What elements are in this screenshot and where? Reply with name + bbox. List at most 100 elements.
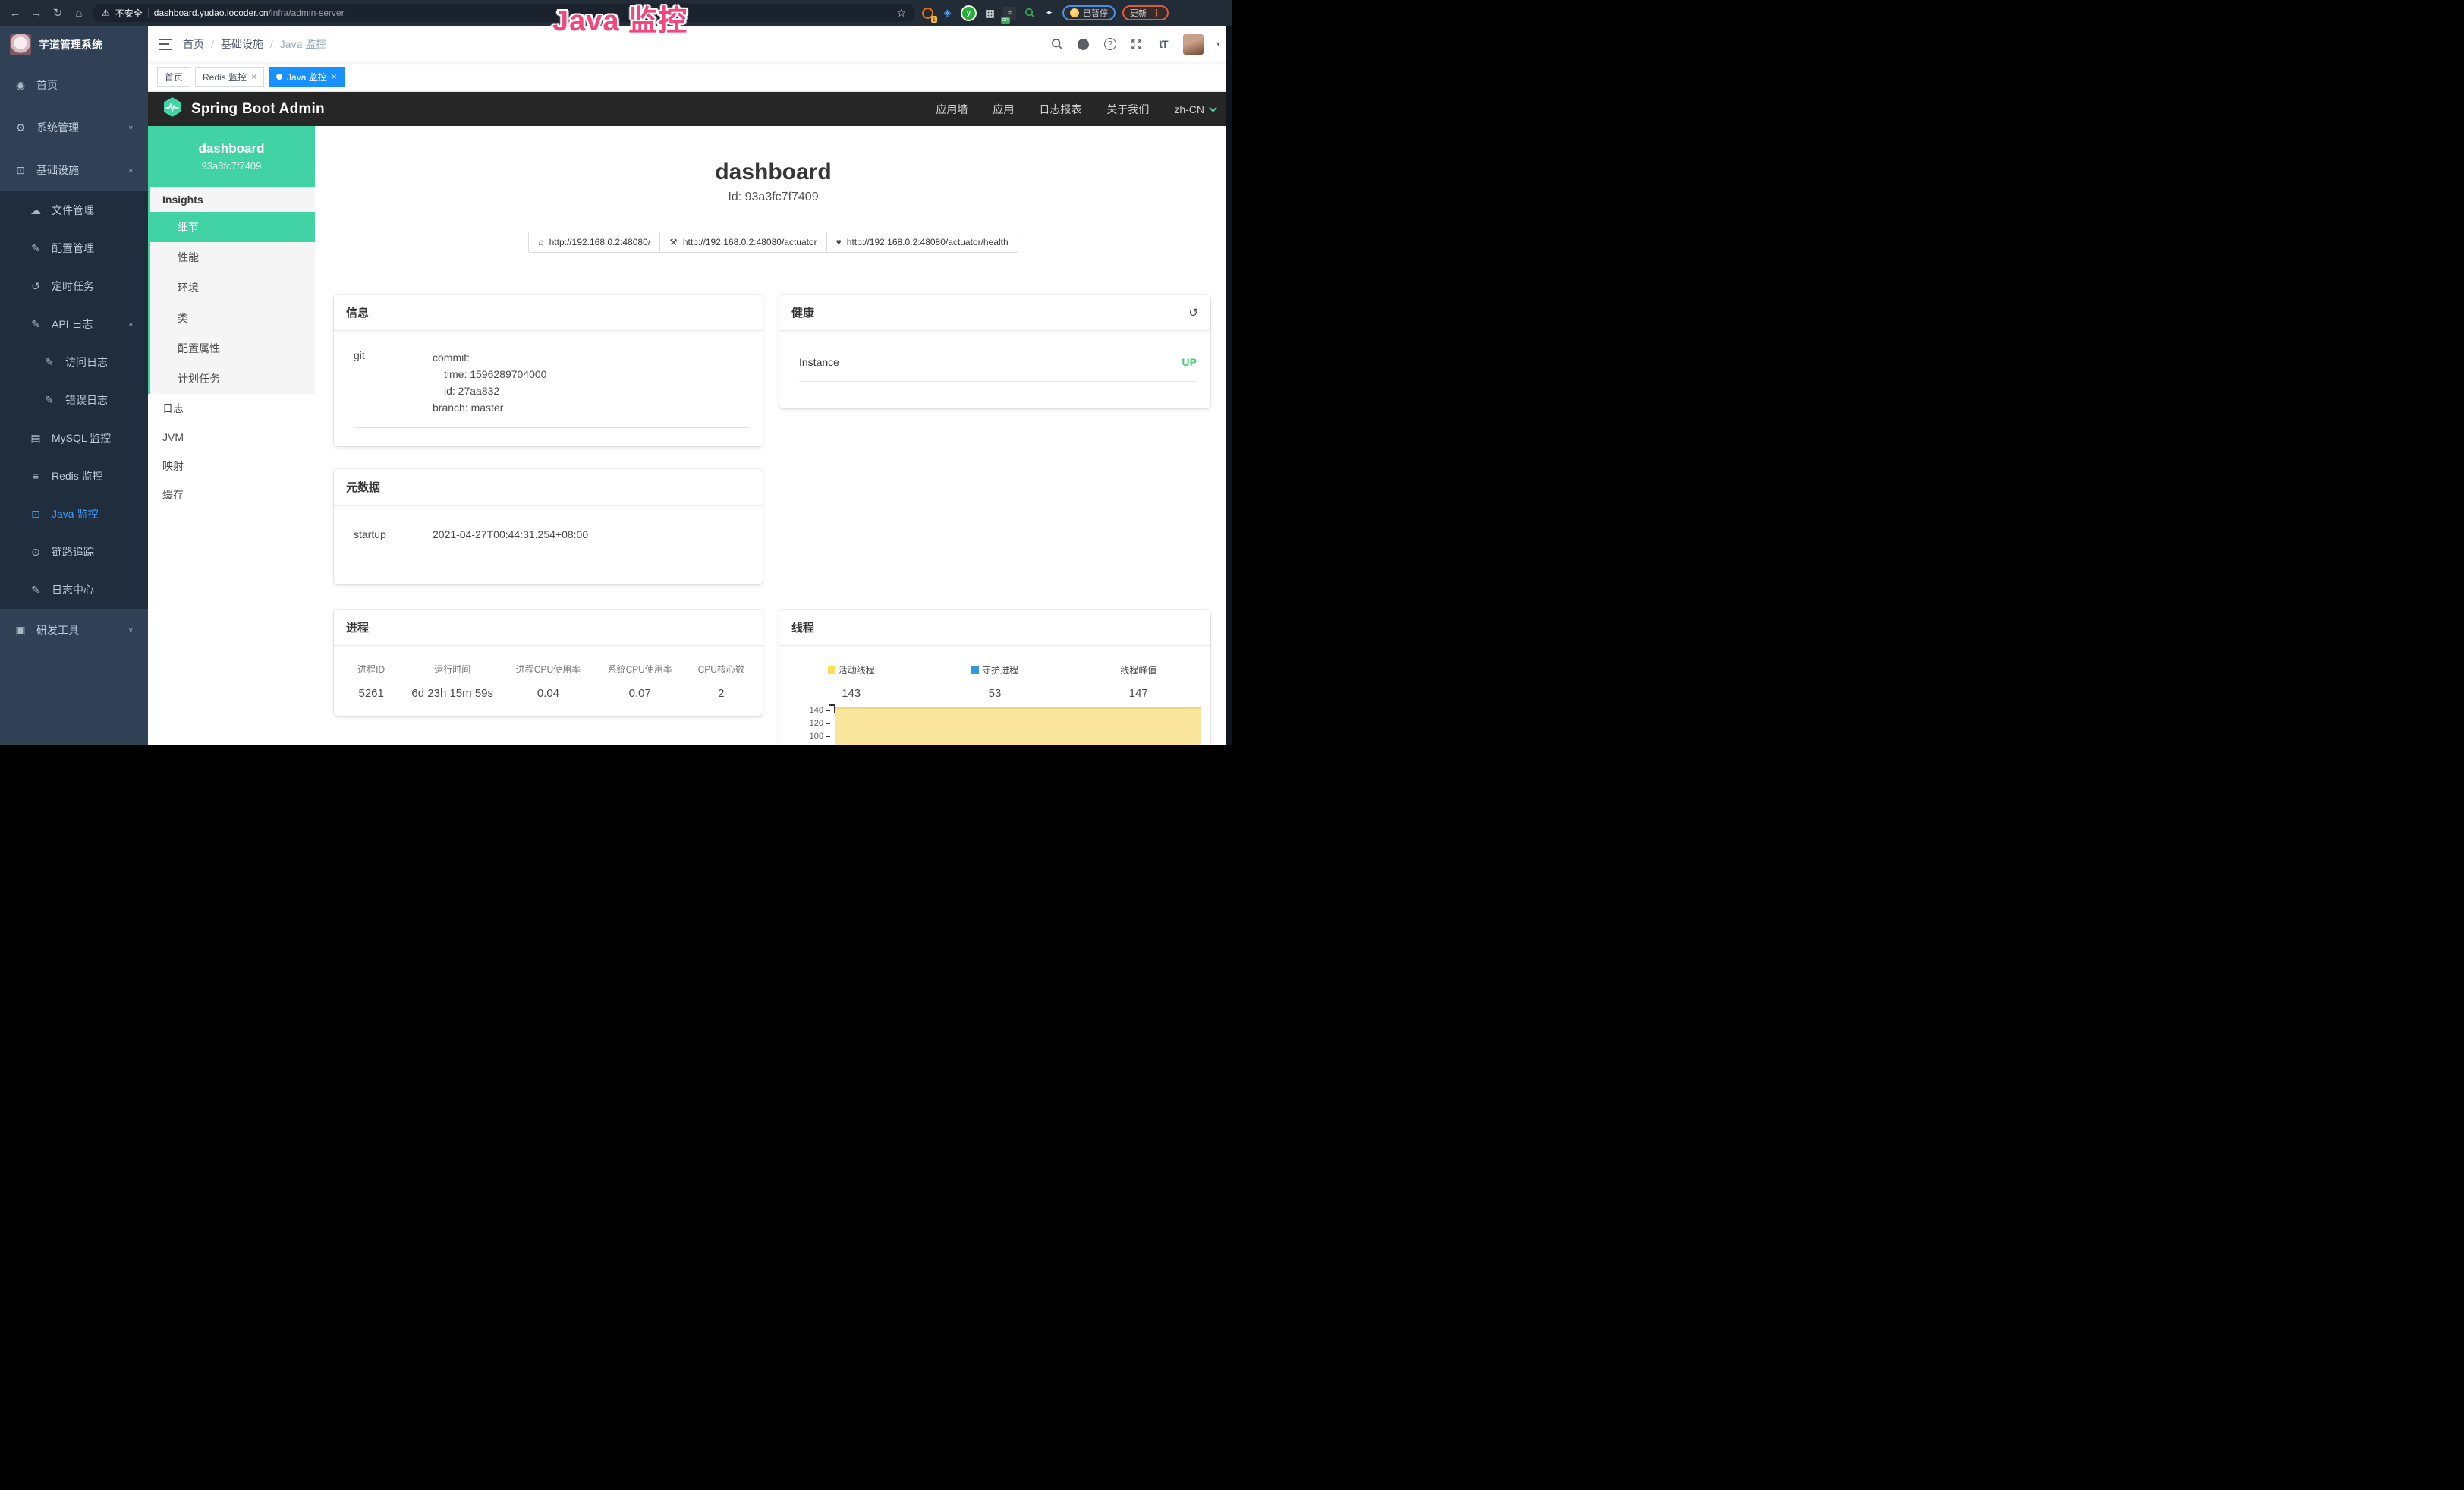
sba-nav-about[interactable]: 关于我们: [1106, 102, 1149, 117]
window-scrollbar[interactable]: [1226, 26, 1232, 745]
browser-reload-icon[interactable]: ↻: [50, 6, 65, 20]
service-url-button[interactable]: ⌂http://192.168.0.2:48080/: [528, 232, 660, 253]
sidebar-item-home[interactable]: ◉ 首页: [0, 64, 148, 106]
sba-item-details[interactable]: 细节: [150, 212, 315, 242]
breadcrumb-infrastructure[interactable]: 基础设施: [221, 36, 263, 52]
warning-icon: ⚠: [102, 8, 110, 18]
address-bar[interactable]: ⚠ 不安全 dashboard.yudao.iocoder.cn/infra/a…: [93, 4, 915, 22]
sba-item-environment[interactable]: 环境: [150, 272, 315, 303]
sba-item-metrics[interactable]: 性能: [150, 242, 315, 272]
grid-extension-icon[interactable]: ▦: [983, 7, 996, 20]
switch-extension-icon[interactable]: ≡on: [1003, 7, 1016, 20]
help-icon[interactable]: ?: [1103, 37, 1117, 51]
process-col-header: 进程CPU使用率: [502, 663, 594, 676]
sba-insights-group: Insights 细节 性能 环境 类 配置属性 计划任务: [148, 187, 315, 394]
sba-item-mappings[interactable]: 映射: [148, 452, 315, 480]
health-url-button[interactable]: ♥http://192.168.0.2:48080/actuator/healt…: [826, 232, 1018, 253]
app-title: 芋道管理系统: [39, 37, 102, 52]
sidebar-item-scheduled-jobs[interactable]: ↺定时任务: [0, 267, 148, 305]
avatar[interactable]: [1183, 34, 1204, 55]
sidebar-item-system-mgmt[interactable]: ⚙ 系统管理 ∨: [0, 106, 148, 149]
sidebar-item-label: 基础设施: [36, 162, 79, 178]
sidebar-item-label: 配置管理: [52, 241, 94, 256]
avatar-caret-icon[interactable]: ▾: [1216, 40, 1220, 49]
sidebar-item-infrastructure[interactable]: ⊡ 基础设施 ∧: [0, 149, 148, 191]
process-value: 6d 23h 15m 59s: [402, 687, 502, 700]
sba-item-caches[interactable]: 缓存: [148, 480, 315, 509]
process-value: 0.07: [594, 687, 686, 700]
sidebar-item-java-monitor[interactable]: ⊡Java 监控: [0, 495, 148, 533]
tab-label: 首页: [165, 71, 183, 83]
instance-url-group: ⌂http://192.168.0.2:48080/ ⚒http://192.1…: [315, 232, 1232, 253]
sba-item-jvm[interactable]: JVM: [148, 423, 315, 452]
sba-item-config-props[interactable]: 配置属性: [150, 333, 315, 364]
sidebar-item-file-mgmt[interactable]: ☁文件管理: [0, 191, 148, 229]
sba-nav-wallboard[interactable]: 应用墙: [936, 102, 968, 117]
browser-update-button[interactable]: 更新⋮: [1122, 5, 1169, 20]
sba-item-scheduled-tasks[interactable]: 计划任务: [150, 364, 315, 394]
browser-home-icon[interactable]: ⌂: [71, 7, 87, 20]
gear-icon: ⚙: [14, 121, 27, 134]
sidebar-item-log-center[interactable]: ✎日志中心: [0, 571, 148, 609]
browser-menu-kebab-icon[interactable]: ⋮: [1152, 8, 1161, 18]
breadcrumb-home[interactable]: 首页: [183, 36, 204, 52]
green-y-extension-icon[interactable]: y: [961, 5, 977, 21]
sba-item-logs[interactable]: 日志: [148, 394, 315, 423]
sba-item-classes[interactable]: 类: [150, 303, 315, 333]
tab-java-monitor[interactable]: Java 监控×: [269, 67, 345, 87]
layers-icon: ≡: [30, 470, 42, 482]
history-icon[interactable]: ↺: [1188, 306, 1198, 320]
sba-nav-journal[interactable]: 日志报表: [1039, 102, 1081, 117]
legend-live-swatch: [828, 666, 835, 674]
sba-instance-header[interactable]: dashboard 93a3fc7f7409: [148, 126, 315, 187]
bookmark-star-icon[interactable]: ☆: [896, 7, 906, 20]
github-icon[interactable]: [1077, 37, 1090, 51]
sidebar-item-api-log[interactable]: ✎API 日志∧: [0, 305, 148, 343]
y-axis-line: [829, 704, 835, 713]
search-extension-icon[interactable]: [1023, 7, 1036, 20]
pin-extension-icon[interactable]: ◈: [941, 7, 954, 20]
sba-group-title: Insights: [150, 187, 315, 212]
sba-locale-select[interactable]: zh-CN: [1174, 103, 1217, 115]
close-icon[interactable]: ×: [332, 71, 337, 82]
process-value: 0.04: [502, 687, 594, 700]
info-card-header: 信息: [334, 295, 763, 331]
health-instance-row: Instance UP: [799, 356, 1197, 382]
browser-back-icon[interactable]: ←: [8, 7, 23, 20]
metadata-card: 元数据 startup 2021-04-27T00:44:31.254+08:0…: [334, 469, 763, 584]
metadata-card-header: 元数据: [334, 469, 763, 506]
sba-app-name: dashboard: [199, 141, 265, 156]
sidebar-item-access-log[interactable]: ✎访问日志: [0, 343, 148, 381]
search-icon[interactable]: [1050, 37, 1064, 51]
profile-paused-pill[interactable]: 已暂停: [1062, 5, 1116, 20]
extensions-puzzle-icon[interactable]: ✦: [1043, 7, 1056, 20]
sidebar-item-redis-monitor[interactable]: ≡ Redis 监控: [0, 457, 148, 495]
sba-navbar: Spring Boot Admin 应用墙 应用 日志报表 关于我们 zh-CN: [148, 92, 1232, 126]
font-size-icon[interactable]: tT: [1156, 37, 1170, 51]
sba-nav-applications[interactable]: 应用: [993, 102, 1014, 117]
tab-home[interactable]: 首页: [157, 67, 190, 87]
actuator-url-button[interactable]: ⚒http://192.168.0.2:48080/actuator: [659, 232, 827, 253]
sidebar-item-mysql-monitor[interactable]: ▤MySQL 监控: [0, 419, 148, 457]
monitor-icon: ⊡: [30, 508, 42, 521]
close-icon[interactable]: ×: [251, 71, 256, 82]
hamburger-icon[interactable]: [159, 39, 172, 50]
app-logo-row[interactable]: 芋道管理系统: [0, 26, 148, 64]
fullscreen-icon[interactable]: [1130, 37, 1144, 51]
sidebar-item-label: Redis 监控: [52, 468, 103, 484]
sidebar-item-config-mgmt[interactable]: ✎配置管理: [0, 229, 148, 267]
sidebar-item-tracing[interactable]: ⊙链路追踪: [0, 533, 148, 571]
history-icon: ↺: [30, 280, 42, 293]
git-commit-lines: commit: time: 1596289704000 id: 27aa832 …: [433, 349, 546, 416]
sba-brand-title[interactable]: Spring Boot Admin: [191, 101, 325, 118]
breadcrumb-separator: /: [270, 38, 273, 50]
database-icon: ▤: [30, 432, 42, 445]
sync-extension-icon[interactable]: 1: [921, 7, 934, 20]
tab-label: Redis 监控: [203, 71, 247, 83]
browser-forward-icon[interactable]: →: [29, 7, 44, 20]
sidebar-item-error-log[interactable]: ✎错误日志: [0, 381, 148, 419]
security-label[interactable]: 不安全: [115, 7, 143, 20]
sidebar-item-dev-tools[interactable]: ▣ 研发工具 ∨: [0, 609, 148, 651]
dashboard-icon: ◉: [14, 79, 27, 92]
tab-redis-monitor[interactable]: Redis 监控 ×: [195, 67, 264, 87]
